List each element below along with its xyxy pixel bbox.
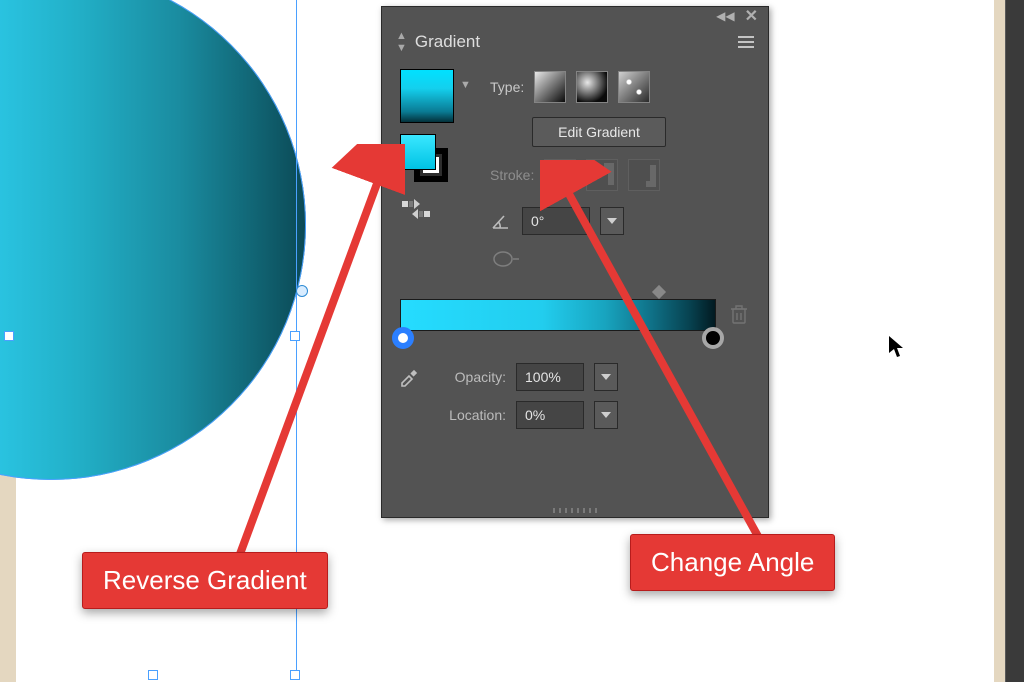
location-label: Location:	[426, 407, 506, 423]
gradient-circle-shape[interactable]	[0, 0, 306, 480]
angle-dropdown[interactable]	[600, 207, 624, 235]
angle-icon	[490, 210, 512, 232]
edit-gradient-button[interactable]: Edit Gradient	[532, 117, 666, 147]
panel-title-bar: ▲▼ Gradient	[382, 25, 768, 59]
reverse-gradient-button[interactable]	[402, 199, 430, 219]
location-dropdown[interactable]	[594, 401, 618, 429]
stop-options: Opacity: 100% Location: 0%	[400, 363, 618, 439]
gradient-slider[interactable]	[400, 299, 716, 331]
gradient-stop-right[interactable]	[702, 327, 724, 349]
delete-stop-icon[interactable]	[730, 303, 748, 328]
aspect-ratio-icon[interactable]	[492, 249, 520, 272]
gradient-bar[interactable]	[400, 299, 716, 331]
fill-swatch[interactable]	[400, 134, 436, 170]
panel-resize-grip[interactable]	[553, 508, 597, 513]
type-label: Type:	[490, 79, 524, 95]
gradient-stop-left[interactable]	[392, 327, 414, 349]
linear-gradient-button[interactable]	[534, 71, 566, 103]
panel-body: ▼ Type: Edit Gradient Stroke:	[382, 59, 768, 517]
type-row: Type:	[490, 71, 650, 103]
stroke-across-button[interactable]	[628, 159, 660, 191]
freeform-gradient-button[interactable]	[618, 71, 650, 103]
bbox-handle[interactable]	[148, 670, 158, 680]
callout-reverse-gradient: Reverse Gradient	[82, 552, 328, 609]
stroke-row: Stroke:	[490, 159, 660, 191]
opacity-input[interactable]: 100%	[516, 363, 584, 391]
panel-controls: ◀◀ ✕	[382, 7, 768, 25]
bbox-handle[interactable]	[290, 670, 300, 680]
angle-row: 0°	[490, 207, 624, 235]
gradient-preview-swatch[interactable]	[400, 69, 454, 123]
bbox-handle[interactable]	[290, 331, 300, 341]
panel-collapse-icon[interactable]: ◀◀	[716, 9, 734, 23]
eyedropper-icon[interactable]	[398, 365, 420, 390]
callout-change-angle: Change Angle	[630, 534, 835, 591]
panel-menu-icon[interactable]	[738, 36, 754, 48]
opacity-dropdown[interactable]	[594, 363, 618, 391]
swatch-dropdown-icon[interactable]: ▼	[460, 79, 471, 91]
panel-close-icon[interactable]: ✕	[745, 6, 758, 26]
page-root: ◀◀ ✕ ▲▼ Gradient ▼ Type:	[0, 0, 1024, 682]
gradient-midpoint[interactable]	[652, 285, 666, 299]
radial-gradient-button[interactable]	[576, 71, 608, 103]
opacity-label: Opacity:	[426, 369, 506, 385]
panel-title: Gradient	[415, 32, 480, 52]
mouse-cursor-icon	[888, 335, 906, 359]
location-input[interactable]: 0%	[516, 401, 584, 429]
angle-input[interactable]: 0°	[522, 207, 590, 235]
right-dock-bar[interactable]	[1005, 0, 1024, 682]
gradient-panel: ◀◀ ✕ ▲▼ Gradient ▼ Type:	[381, 6, 769, 518]
updown-icon[interactable]: ▲▼	[396, 30, 407, 54]
stroke-along-button[interactable]	[586, 159, 618, 191]
anchor-point[interactable]	[296, 285, 308, 297]
stroke-within-button[interactable]	[544, 159, 576, 191]
stroke-label: Stroke:	[490, 167, 534, 183]
